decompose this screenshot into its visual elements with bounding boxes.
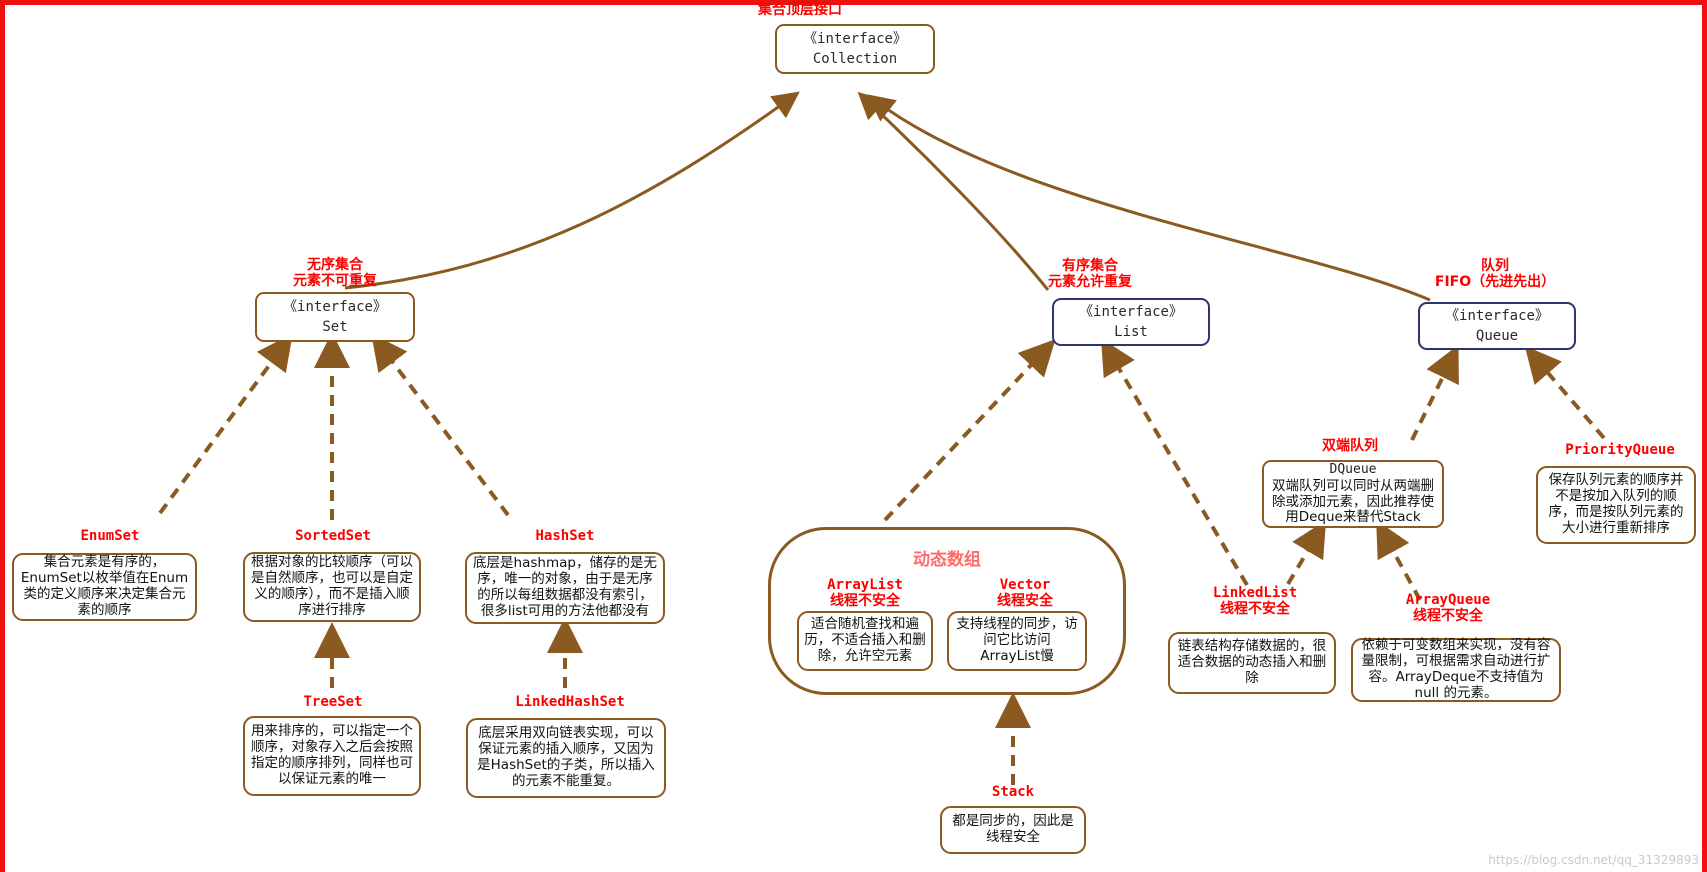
page-frame-left xyxy=(0,0,5,872)
caption-linkedhashset: LinkedHashSet xyxy=(515,694,625,710)
edge-linkedlist-to-list xyxy=(1100,338,1249,587)
note-arraylist-text: 适合随机查找和遍历，不适合插入和删除，允许空元素 xyxy=(804,616,926,664)
watermark: https://blog.csdn.net/qq_31329893 xyxy=(1488,853,1699,867)
node-collection[interactable]: 《interface》 Collection xyxy=(775,24,935,74)
note-priorityqueue-text: 保存队列元素的顺序并不是按加入队列的顺序，而是按队列元素的大小进行重新排序 xyxy=(1548,472,1684,536)
caption-enumset: EnumSet xyxy=(80,528,140,544)
caption-vector: Vector 线程安全 xyxy=(997,577,1053,610)
node-list[interactable]: 《interface》 List xyxy=(1052,298,1210,346)
note-stack-text: 都是同步的，因此是线程安全 xyxy=(952,813,1074,845)
note-sortedset-text: 根据对象的比较顺序（可以是自然顺序，也可以是自定义的顺序），而不是插入顺序进行排… xyxy=(251,554,413,618)
note-vector: 支持线程的同步，访问它比访问ArrayList慢 xyxy=(947,611,1087,671)
note-hashset: 底层是hashmap，储存的是无序，唯一的对象，由于是无序的所以每组数据都没有索… xyxy=(465,552,665,624)
node-list-name: List xyxy=(1114,324,1148,340)
note-arraylist: 适合随机查找和遍历，不适合插入和删除，允许空元素 xyxy=(797,611,933,671)
node-queue[interactable]: 《interface》 Queue xyxy=(1418,302,1576,350)
caption-stack: Stack xyxy=(991,784,1035,800)
node-dqueue-name: DQueue xyxy=(1329,461,1377,477)
note-enumset-text: 集合元素是有序的，EnumSet以枚举值在Enum类的定义顺序来决定集合元素的顺… xyxy=(20,554,189,618)
caption-linkedlist: LinkedList 线程不安全 xyxy=(1212,585,1298,618)
note-dqueue-text: 双端队列可以同时从两端删除或添加元素，因此推荐使用Deque来替代Stack xyxy=(1272,477,1434,526)
note-arrayqueue-text: 依赖于可变数组来实现，没有容量限制，可根据需求自动进行扩容。ArrayDeque… xyxy=(1361,637,1551,701)
caption-sortedset: SortedSet xyxy=(295,528,371,544)
edge-dynamicarray-to-list xyxy=(883,339,1056,522)
edge-arrayqueue-to-dqueue xyxy=(1376,519,1422,601)
caption-priorityqueue: PriorityQueue xyxy=(1565,442,1675,458)
caption-arraylist: ArrayList 线程不安全 xyxy=(827,577,903,610)
edge-priorityqueue-to-queue xyxy=(1524,345,1606,440)
node-collection-stereotype: 《interface》 xyxy=(803,30,907,47)
node-set[interactable]: 《interface》 Set xyxy=(255,292,415,342)
node-dqueue[interactable]: DQueue 双端队列可以同时从两端删除或添加元素，因此推荐使用Deque来替代… xyxy=(1262,460,1444,528)
edge-linkedlist-to-dqueue xyxy=(1286,520,1327,586)
note-linkedhashset: 底层采用双向链表实现，可以保证元素的插入顺序，又因为是HashSet的子类，所以… xyxy=(466,718,666,798)
note-stack: 都是同步的，因此是线程安全 xyxy=(940,806,1086,854)
node-set-name: Set xyxy=(322,319,348,335)
edge-dqueue-to-queue xyxy=(1410,344,1459,441)
node-set-stereotype: 《interface》 xyxy=(283,298,387,315)
note-vector-text: 支持线程的同步，访问它比访问ArrayList慢 xyxy=(956,616,1078,664)
note-treeset: 用来排序的，可以指定一个顺序，对象存入之后会按照指定的顺序排列，同样也可以保证元… xyxy=(243,716,421,796)
caption-dqueue-zh: 双端队列 xyxy=(1322,438,1378,454)
group-dynamic-array-title: 动态数组 xyxy=(913,550,981,570)
node-list-stereotype: 《interface》 xyxy=(1079,303,1183,320)
node-collection-name: Collection xyxy=(812,51,898,67)
edge-enumset-to-set xyxy=(158,333,293,515)
edge-hashset-to-set xyxy=(371,333,510,517)
note-enumset: 集合元素是有序的，EnumSet以枚举值在Enum类的定义顺序来决定集合元素的顺… xyxy=(12,553,197,621)
caption-hashset: HashSet xyxy=(535,528,595,544)
note-linkedlist: 链表结构存储数据的，很适合数据的动态插入和删除 xyxy=(1168,632,1336,694)
page-frame-right xyxy=(1702,0,1707,872)
note-hashset-text: 底层是hashmap，储存的是无序，唯一的对象，由于是无序的所以每组数据都没有索… xyxy=(473,555,657,619)
note-treeset-text: 用来排序的，可以指定一个顺序，对象存入之后会按照指定的顺序排列，同样也可以保证元… xyxy=(251,723,413,787)
node-queue-stereotype: 《interface》 xyxy=(1445,307,1549,324)
caption-set: 无序集合 元素不可重复 xyxy=(293,257,377,290)
diagram-canvas: 集合顶层接口 《interface》 Collection 无序集合 元素不可重… xyxy=(0,0,1707,872)
caption-list: 有序集合 元素允许重复 xyxy=(1048,258,1132,291)
note-sortedset: 根据对象的比较顺序（可以是自然顺序，也可以是自定义的顺序），而不是插入顺序进行排… xyxy=(243,552,421,622)
caption-treeset: TreeSet xyxy=(303,694,363,710)
note-linkedlist-text: 链表结构存储数据的，很适合数据的动态插入和删除 xyxy=(1177,638,1327,686)
note-priorityqueue: 保存队列元素的顺序并不是按加入队列的顺序，而是按队列元素的大小进行重新排序 xyxy=(1536,466,1696,544)
node-queue-name: Queue xyxy=(1475,328,1519,344)
note-linkedhashset-text: 底层采用双向链表实现，可以保证元素的插入顺序，又因为是HashSet的子类，所以… xyxy=(477,725,655,789)
diagram-top-title: 集合顶层接口 xyxy=(758,2,842,18)
caption-queue: 队列 FIFO（先进先出） xyxy=(1434,258,1556,291)
note-arrayqueue: 依赖于可变数组来实现，没有容量限制，可根据需求自动进行扩容。ArrayDeque… xyxy=(1351,637,1561,702)
caption-arrayqueue: ArrayQueue 线程不安全 xyxy=(1405,592,1491,625)
